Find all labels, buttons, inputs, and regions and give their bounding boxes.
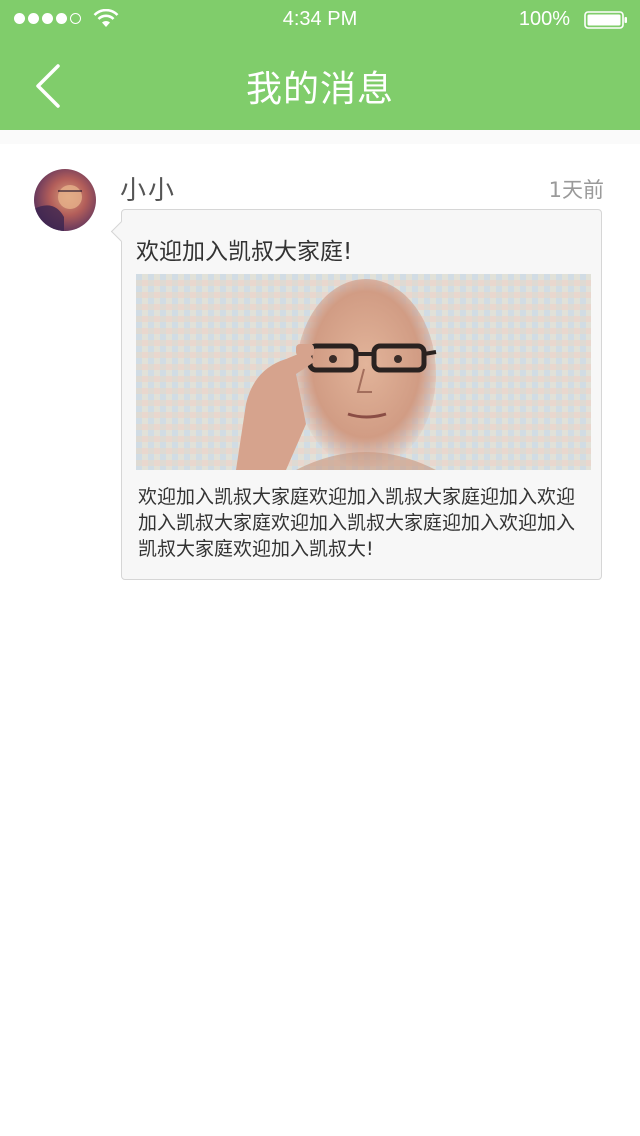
avatar[interactable]: [34, 169, 96, 231]
nav-bar: 我的消息: [0, 40, 640, 130]
sender-name: 小小: [120, 176, 177, 206]
header: 4:34 PM 100% 我的消息: [0, 0, 640, 130]
battery-percentage: 100%: [518, 8, 570, 30]
message-image[interactable]: [136, 274, 591, 470]
battery-icon: [584, 11, 627, 29]
message-time: 1天前: [548, 178, 604, 202]
page-title: 我的消息: [245, 69, 394, 110]
divider: [0, 130, 640, 144]
message-body: 欢迎加入凯叔大家庭欢迎加入凯叔大家庭迎加入欢迎加入凯叔大家庭欢迎加入凯叔大家庭迎…: [138, 486, 576, 560]
status-bar: 4:34 PM 100%: [0, 0, 640, 40]
message-title: 欢迎加入凯叔大家庭!: [136, 239, 353, 265]
bubble-tail: [110, 220, 133, 243]
app-screen: 4:34 PM 100% 我的消息 小小 1天前 欢迎加入凯叔大家庭! 欢迎加入…: [0, 0, 640, 1136]
message-bubble[interactable]: 欢迎加入凯叔大家庭! 欢迎加入凯叔大家庭欢迎加入凯叔大家庭迎加入欢迎加入凯叔大家…: [110, 209, 602, 580]
